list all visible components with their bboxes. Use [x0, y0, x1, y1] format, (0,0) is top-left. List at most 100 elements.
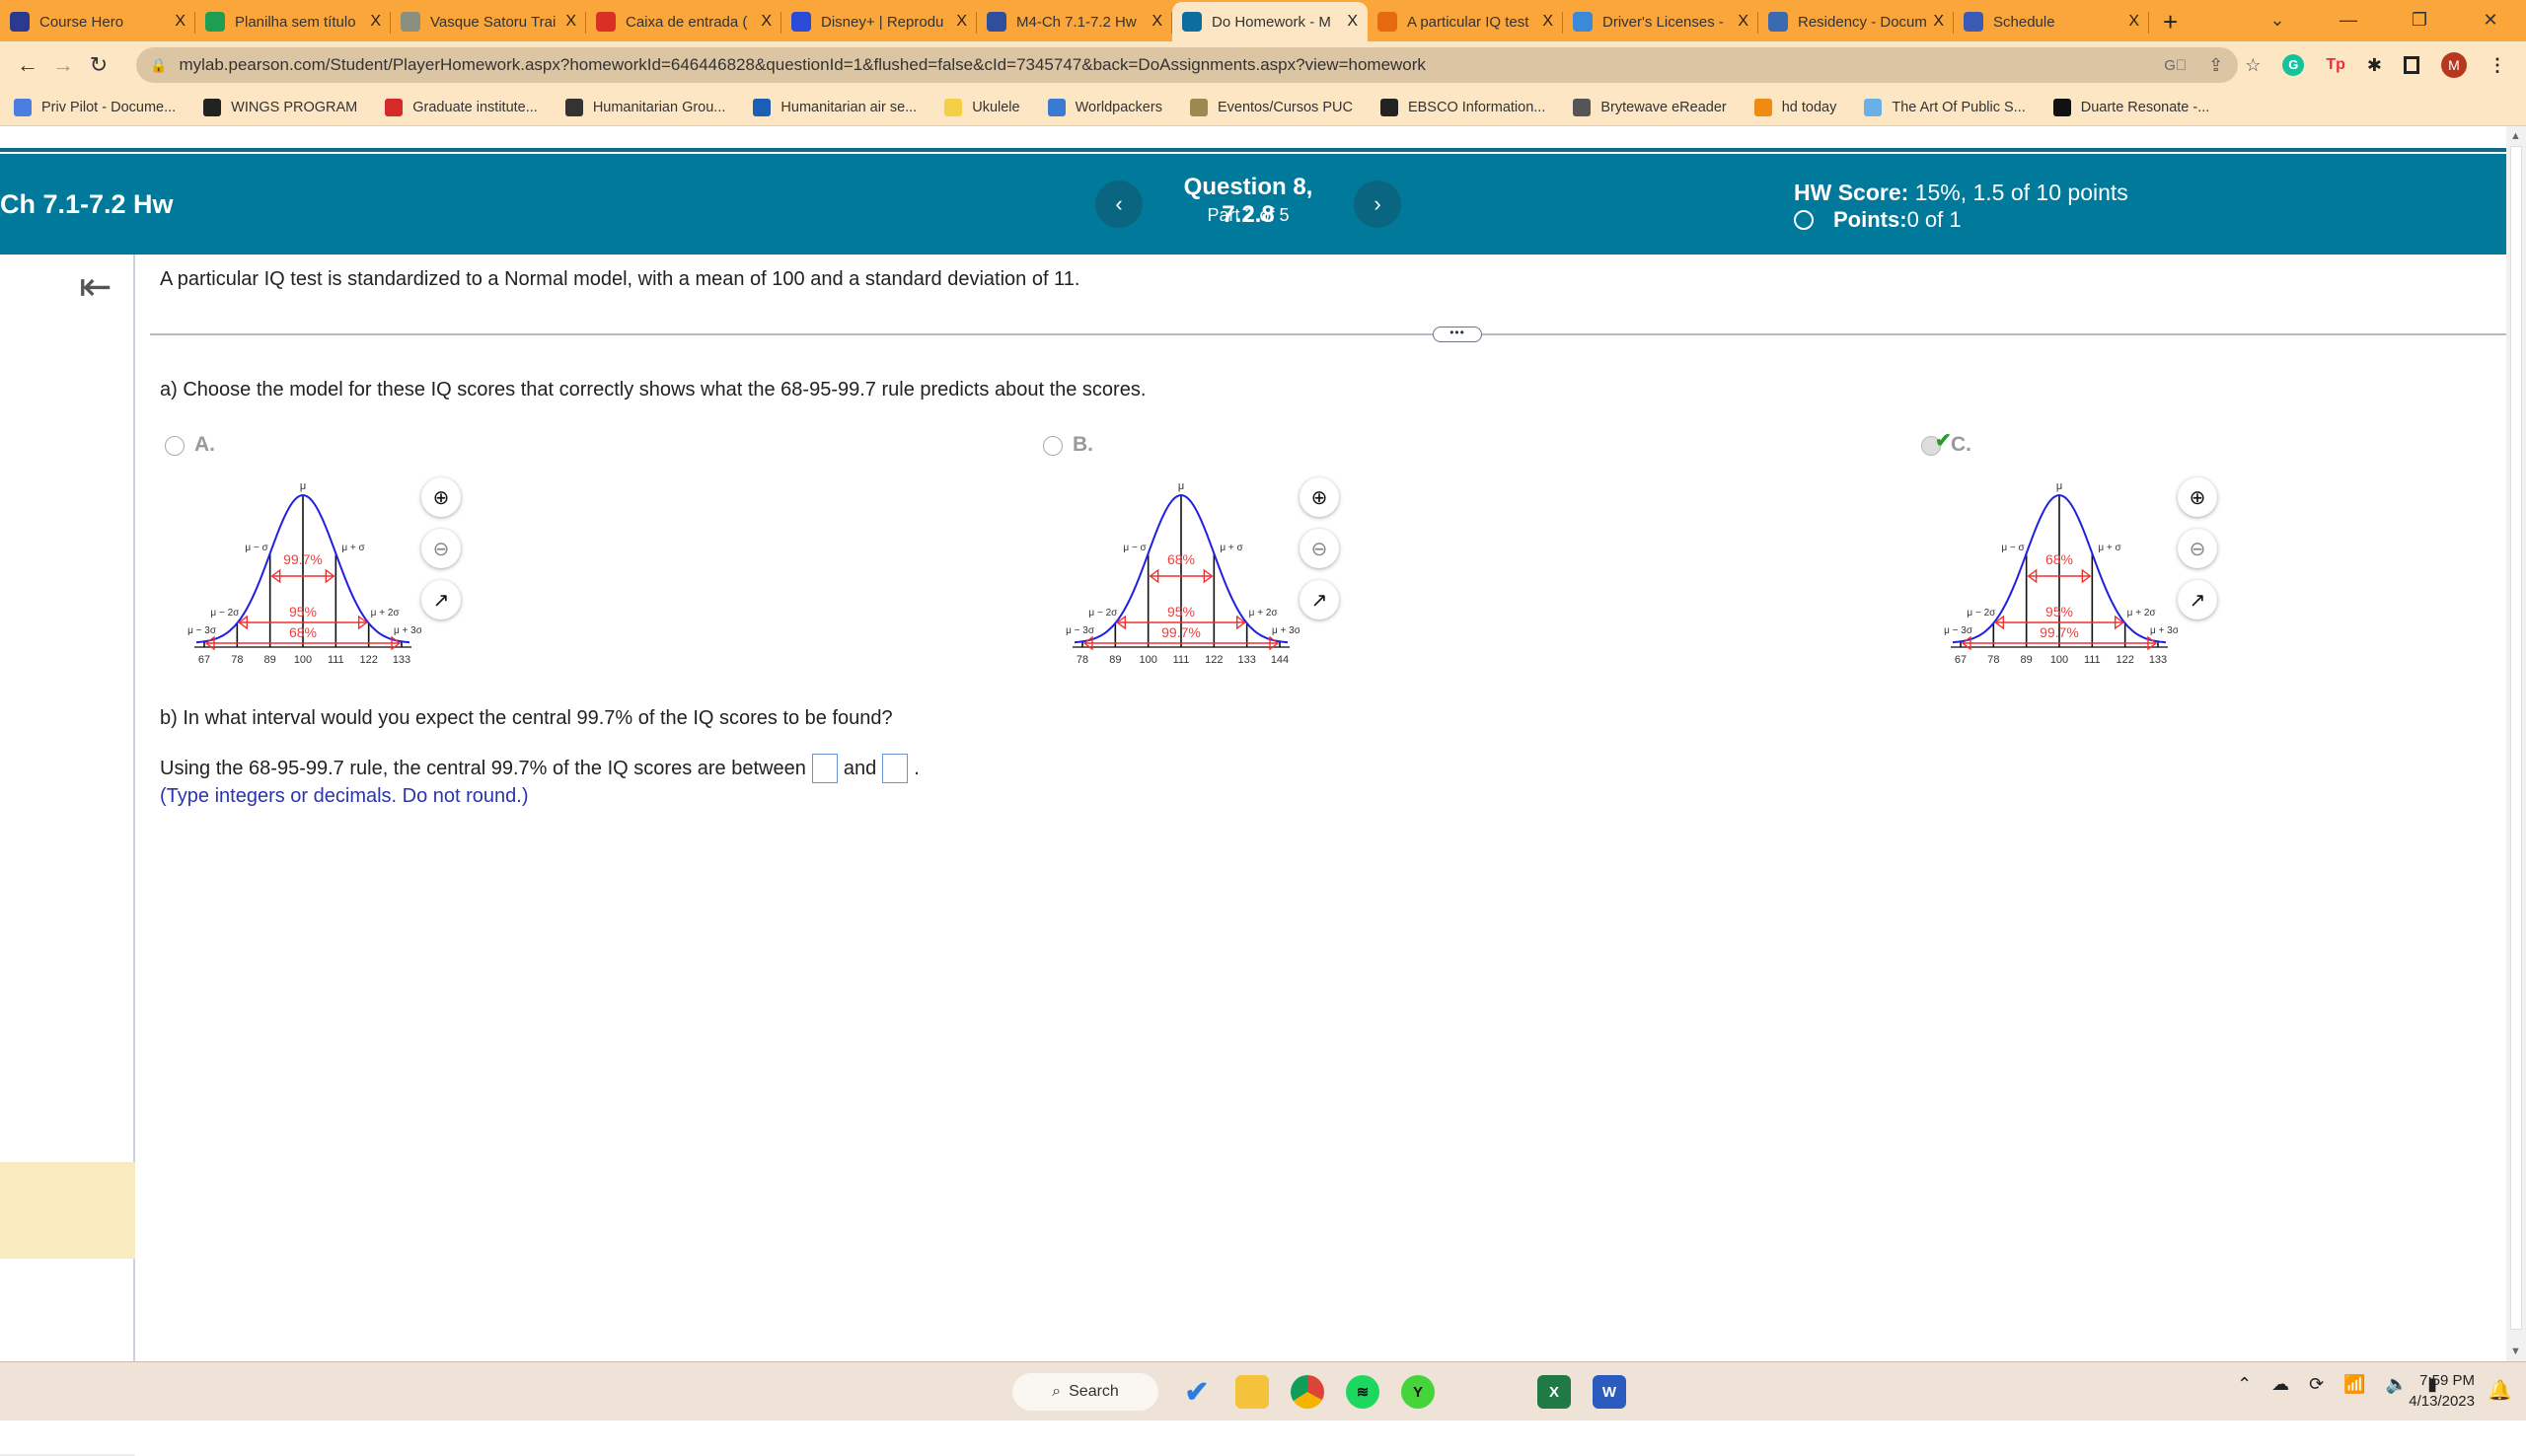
answer-option[interactable]: B. 68% 95% 99.7% μ μ − σ μ + σ μ − 2σ μ … [1041, 426, 1367, 666]
browser-tab[interactable]: Disney+ | Reprodu X [781, 2, 977, 41]
reload-icon[interactable]: ↻ [81, 52, 116, 78]
bookmark-item[interactable]: Ukulele [944, 98, 1020, 116]
chrome-icon[interactable] [1291, 1375, 1324, 1409]
answer-option[interactable]: A. 99.7% 95% 68% μ μ − σ μ + σ μ − 2σ μ … [163, 426, 488, 666]
answer-high-input[interactable] [882, 754, 909, 783]
collapse-panel-icon[interactable]: ⇤ [79, 264, 112, 310]
scroll-down-icon[interactable]: ▼ [2510, 1346, 2521, 1357]
chrome-menu-icon[interactable]: ⋮ [2489, 55, 2506, 76]
open-new-window-icon[interactable]: ↗ [421, 580, 461, 619]
close-tab-icon[interactable]: X [175, 13, 186, 31]
bookmark-item[interactable]: WINGS PROGRAM [203, 98, 357, 116]
spotify-icon[interactable]: ≋ [1346, 1375, 1379, 1409]
tp-extension-icon[interactable]: Tp [2326, 56, 2345, 74]
previous-question-button[interactable]: ‹ [1095, 181, 1143, 228]
bookmark-item[interactable]: Brytewave eReader [1573, 98, 1727, 116]
browser-tab[interactable]: Driver's Licenses - X [1563, 2, 1758, 41]
close-tab-icon[interactable]: X [1347, 13, 1358, 31]
bookmark-item[interactable]: Priv Pilot - Docume... [14, 98, 176, 116]
browser-tab[interactable]: Caixa de entrada (X [586, 2, 781, 41]
browser-tab[interactable]: A particular IQ test X [1368, 2, 1563, 41]
tab-search-button[interactable]: ⌄ [2242, 10, 2313, 31]
share-icon[interactable]: ⇪ [2208, 55, 2223, 76]
bookmark-item[interactable]: Humanitarian Grou... [564, 98, 725, 116]
page-scrollbar[interactable]: ▲ ▼ [2506, 126, 2526, 1361]
bookmark-item[interactable]: Duarte Resonate -... [2052, 98, 2209, 116]
zoom-out-icon[interactable]: ⊖ [421, 529, 461, 568]
bookmark-item[interactable]: Eventos/Cursos PUC [1189, 98, 1353, 116]
url-input[interactable]: 🔒 mylab.pearson.com/Student/PlayerHomewo… [136, 47, 2238, 83]
back-icon[interactable]: ← [10, 52, 45, 78]
notifications-bell-icon[interactable]: 🔔 [2488, 1378, 2512, 1403]
bookmark-item[interactable]: Humanitarian air se... [753, 98, 917, 116]
excel-icon[interactable]: X [1537, 1375, 1571, 1409]
zoom-out-icon[interactable]: ⊖ [1300, 529, 1339, 568]
file-explorer-icon[interactable] [1235, 1375, 1269, 1409]
answer-option[interactable]: ✔ C. 68% 95% 99.7% μ μ − σ μ + σ μ − 2σ … [1919, 426, 2245, 666]
scroll-up-icon[interactable]: ▲ [2510, 130, 2521, 142]
volume-icon[interactable]: 🔈 [2386, 1374, 2408, 1395]
restore-button[interactable]: ❐ [2384, 10, 2455, 31]
option-radio[interactable] [165, 436, 185, 456]
zoom-in-icon[interactable]: ⊕ [2178, 477, 2217, 517]
extensions-puzzle-icon[interactable]: ✱ [2367, 55, 2382, 76]
minimize-button[interactable]: — [2313, 10, 2384, 31]
bookmark-item[interactable]: hd today [1753, 98, 1836, 116]
assignment-title: Ch 7.1-7.2 Hw [0, 189, 174, 219]
onedrive-icon[interactable]: ☁ [2271, 1374, 2289, 1395]
close-tab-icon[interactable]: X [1933, 13, 1944, 31]
close-tab-icon[interactable]: X [956, 13, 967, 31]
bookmark-favicon-icon [1189, 98, 1208, 116]
browser-tab[interactable]: Do Homework - M X [1172, 2, 1368, 41]
word-icon[interactable]: W [1593, 1375, 1626, 1409]
browser-tab[interactable]: Planilha sem título X [195, 2, 391, 41]
sync-icon[interactable]: ⟳ [2309, 1374, 2324, 1395]
bookmark-item[interactable]: EBSCO Information... [1379, 98, 1545, 116]
close-tab-icon[interactable]: X [761, 13, 772, 31]
close-tab-icon[interactable]: X [565, 13, 576, 31]
wifi-icon[interactable]: 📶 [2343, 1374, 2365, 1395]
next-question-button[interactable]: › [1354, 181, 1401, 228]
tab-title: M4-Ch 7.1-7.2 Hw [1016, 13, 1137, 31]
expand-more-button[interactable]: ••• [1433, 327, 1482, 342]
close-tab-icon[interactable]: X [1152, 13, 1162, 31]
todo-icon[interactable]: ✔ [1180, 1375, 1214, 1409]
forward-icon[interactable]: → [45, 52, 81, 78]
bookmark-star-icon[interactable]: ☆ [2245, 55, 2261, 76]
answer-low-input[interactable] [811, 754, 838, 783]
zoom-out-icon[interactable]: ⊖ [2178, 529, 2217, 568]
open-new-window-icon[interactable]: ↗ [2178, 580, 2217, 619]
close-window-button[interactable]: ✕ [2455, 10, 2526, 31]
show-hidden-icons-chevron[interactable]: ⌃ [2237, 1374, 2252, 1395]
browser-tab[interactable]: Residency - Docum X [1758, 2, 1954, 41]
bookmark-item[interactable]: Graduate institute... [385, 98, 538, 116]
scrollbar-thumb[interactable] [2510, 146, 2522, 1330]
profile-avatar[interactable]: M [2441, 52, 2467, 78]
browser-tab[interactable]: M4-Ch 7.1-7.2 Hw X [977, 2, 1172, 41]
translate-icon[interactable]: G⃞ [2164, 57, 2187, 74]
browser-tab[interactable]: Course Hero X [0, 2, 195, 41]
bookmark-item[interactable]: Worldpackers [1047, 98, 1162, 116]
close-tab-icon[interactable]: X [370, 13, 381, 31]
close-tab-icon[interactable]: X [1738, 13, 1748, 31]
new-tab-button[interactable]: + [2149, 2, 2192, 41]
browser-tab[interactable]: Vasque Satoru Trai X [391, 2, 586, 41]
browser-tab[interactable]: Schedule X [1954, 2, 2149, 41]
taskbar-clock[interactable]: 7:59 PM 4/13/2023 [2409, 1370, 2475, 1412]
grammarly-icon[interactable]: G [2282, 54, 2305, 76]
taskbar-search[interactable]: ⌕ Search [1012, 1373, 1158, 1411]
windows-start-icon[interactable] [957, 1375, 991, 1409]
header-strip [0, 148, 2506, 152]
close-tab-icon[interactable]: X [2128, 13, 2139, 31]
close-tab-icon[interactable]: X [1542, 13, 1553, 31]
option-radio[interactable] [1043, 436, 1063, 456]
bookmark-favicon-icon [753, 98, 772, 116]
bookmark-favicon-icon [1753, 98, 1772, 116]
app-green-icon[interactable]: Y [1401, 1375, 1435, 1409]
open-new-window-icon[interactable]: ↗ [1300, 580, 1339, 619]
bookmark-item[interactable]: The Art Of Public S... [1864, 98, 2026, 116]
zoom-in-icon[interactable]: ⊕ [421, 477, 461, 517]
zoom-in-icon[interactable]: ⊕ [1300, 477, 1339, 517]
side-panel-icon[interactable] [2404, 56, 2419, 74]
tab-title: A particular IQ test [1407, 13, 1529, 31]
